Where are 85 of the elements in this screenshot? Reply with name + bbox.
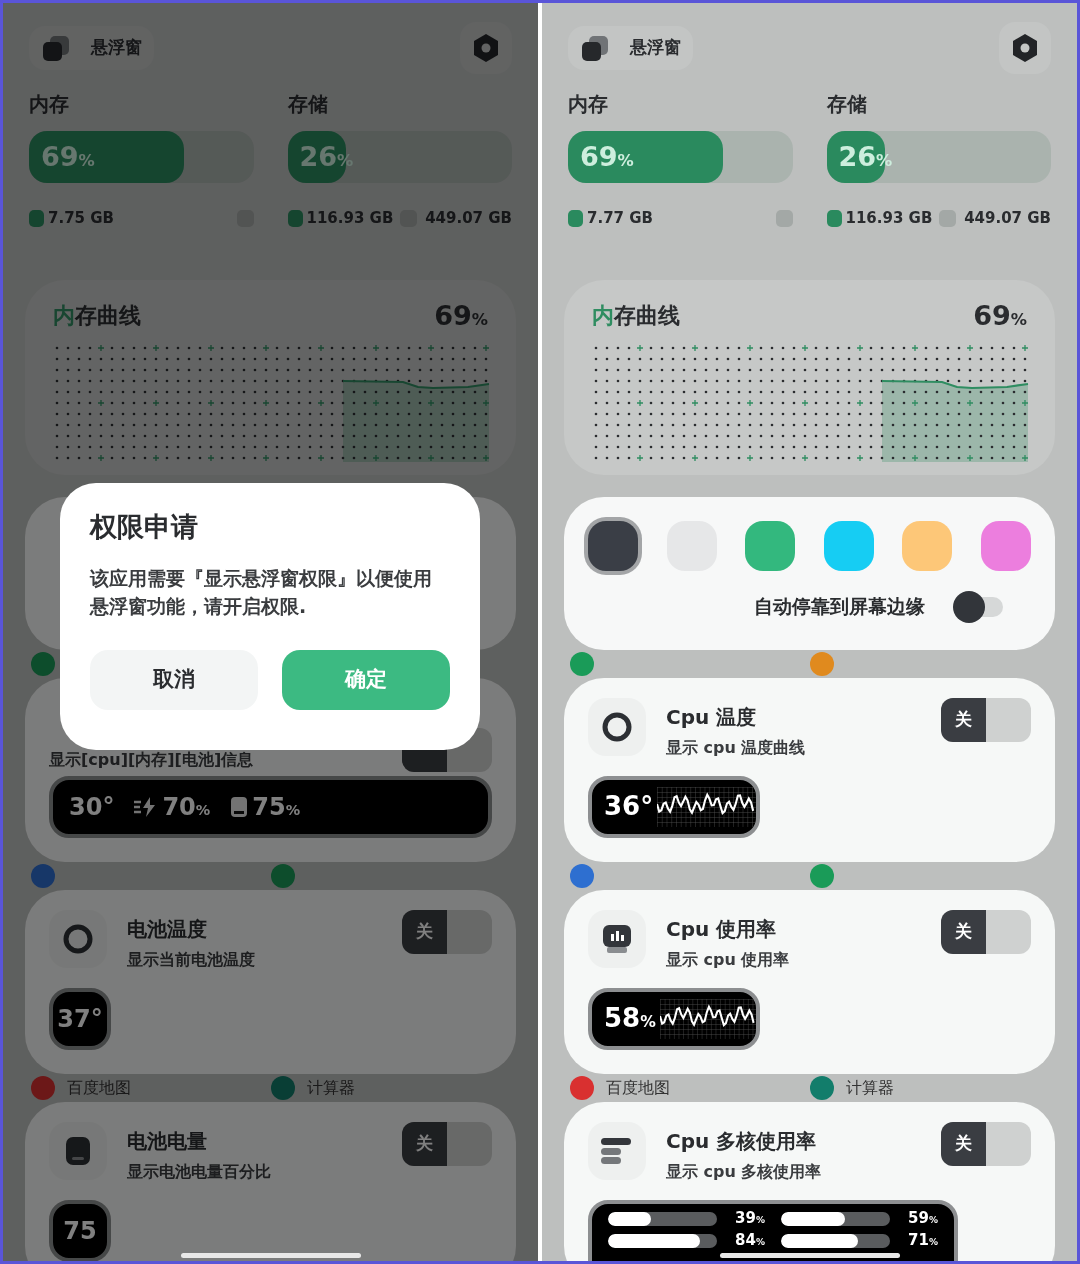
widget-subtitle: 显示 cpu 使用率 — [666, 948, 791, 971]
widget-title: Cpu 温度 — [666, 703, 758, 731]
app-title: 悬浮窗 — [630, 36, 681, 60]
core-usage-value: 71% — [907, 1229, 938, 1251]
percent-value: 69% — [40, 141, 95, 172]
widget-subtitle: 显示电池电量百分比 — [127, 1160, 272, 1183]
section-label: 内存 — [29, 91, 70, 118]
app-icon[interactable] — [270, 863, 295, 888]
widget-title: Cpu 使用率 — [666, 915, 778, 943]
color-swatch[interactable] — [980, 520, 1031, 571]
section-label: 存储 — [826, 91, 868, 118]
core-usage-value: 59% — [907, 1207, 938, 1229]
toggle-switch[interactable]: 关 — [402, 909, 492, 954]
app-label: 百度地图 — [606, 1076, 670, 1099]
color-swatch[interactable] — [745, 520, 796, 571]
battery-icon — [63, 1134, 93, 1167]
section-label: 存储 — [287, 91, 329, 118]
color-swatch[interactable] — [902, 520, 953, 571]
chart-icon — [601, 922, 633, 955]
curve-value: 69% — [434, 298, 488, 333]
app-icon[interactable] — [809, 1075, 834, 1100]
legend-swatch — [775, 209, 793, 227]
curve-title: 内存曲线 — [53, 302, 141, 331]
bars-icon — [601, 1136, 633, 1165]
app-icon[interactable] — [570, 651, 594, 676]
settings-icon — [1011, 33, 1039, 63]
cancel-button[interactable]: 取消 — [90, 649, 258, 710]
status-value: 30° — [69, 791, 115, 823]
section-label: 内存 — [568, 91, 609, 118]
app-icon[interactable] — [270, 1075, 295, 1100]
widget-subtitle: 显示[cpu][内存][电池]信息 — [49, 748, 255, 771]
widget-subtitle: 显示当前电池温度 — [127, 948, 256, 971]
app-icon[interactable] — [31, 863, 55, 888]
dialog-message: 该应用需要『显示悬浮窗权限』以便使用悬浮窗功能，请开启权限. — [90, 565, 433, 619]
core-usage-value: 84% — [734, 1229, 765, 1251]
dialog-title: 权限申请 — [90, 510, 199, 544]
total-amount: 449.07 GB — [425, 208, 512, 229]
reading-value: 58% — [604, 1002, 656, 1035]
app-icon[interactable] — [31, 1075, 55, 1100]
curve-title: 内存曲线 — [592, 302, 680, 331]
legend-swatch — [287, 209, 303, 227]
color-swatch[interactable] — [823, 520, 874, 571]
widget-title: 电池电量 — [127, 1127, 208, 1155]
total-amount: 449.07 GB — [964, 208, 1051, 229]
reading-value: 36° — [604, 790, 654, 823]
app-icon[interactable] — [809, 863, 834, 888]
ring-icon — [62, 922, 94, 955]
value-badge: 75 — [49, 1199, 111, 1261]
toggle-switch[interactable]: 关 — [402, 1121, 492, 1166]
toggle-switch[interactable]: 关 — [941, 1121, 1031, 1166]
toggle-switch[interactable]: 关 — [941, 697, 1031, 742]
status-value: 70% — [162, 791, 211, 823]
app-icon[interactable] — [31, 651, 55, 676]
stacked-squares-icon — [580, 34, 610, 62]
app-icon[interactable] — [809, 651, 834, 676]
app-label: 计算器 — [845, 1076, 894, 1099]
app-icon[interactable] — [570, 1075, 594, 1100]
widget-title: 电池温度 — [127, 915, 208, 943]
ring-icon — [601, 710, 633, 743]
legend-swatch — [568, 209, 583, 227]
legend-swatch — [826, 209, 842, 227]
widget-subtitle: 显示 cpu 多核使用率 — [666, 1160, 823, 1183]
stacked-squares-icon — [41, 34, 71, 62]
app-label: 百度地图 — [67, 1076, 131, 1099]
core-usage-value: 39% — [734, 1207, 765, 1229]
app-icon[interactable] — [570, 863, 594, 888]
settings-button[interactable] — [999, 22, 1051, 74]
widget-title: Cpu 多核使用率 — [666, 1127, 818, 1155]
widget-subtitle: 显示 cpu 温度曲线 — [666, 736, 807, 759]
battery-icon — [230, 795, 249, 818]
app-label: 计算器 — [306, 1076, 355, 1099]
legend-swatch — [29, 209, 44, 227]
curve-value: 69% — [973, 298, 1027, 333]
toggle-switch[interactable]: 关 — [941, 909, 1031, 954]
used-amount: 116.93 GB — [306, 208, 394, 229]
app-title: 悬浮窗 — [91, 36, 142, 60]
settings-icon — [472, 33, 500, 63]
used-amount: 7.77 GB — [587, 208, 653, 229]
status-value: 75% — [252, 791, 301, 823]
dock-label: 自动停靠到屏幕边缘 — [754, 594, 925, 620]
value-badge: 37° — [49, 987, 111, 1050]
percent-value: 69% — [579, 141, 634, 172]
legend-swatch — [939, 209, 957, 227]
used-amount: 7.75 GB — [48, 208, 114, 229]
used-amount: 116.93 GB — [845, 208, 933, 229]
